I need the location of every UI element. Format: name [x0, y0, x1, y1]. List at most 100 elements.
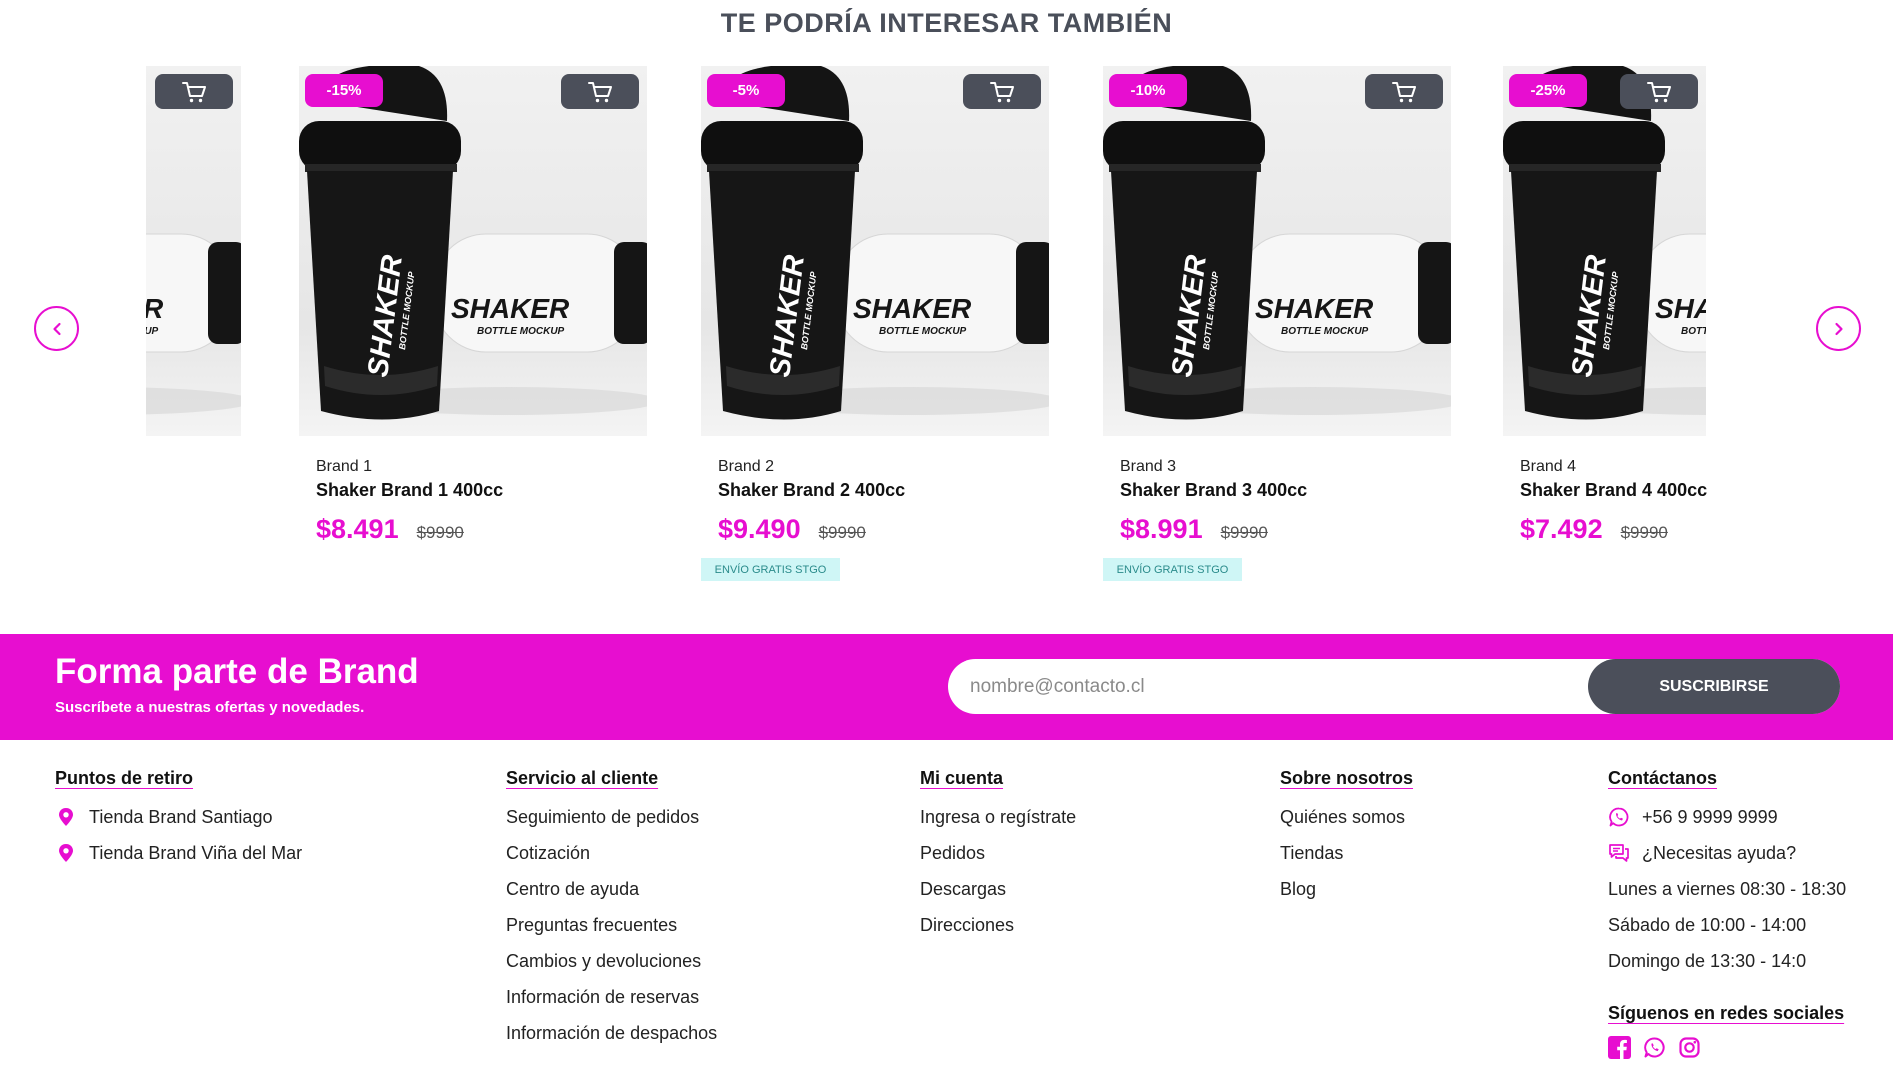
product-name[interactable]: Shaker Brand 1 400cc — [316, 480, 503, 501]
pickup-item-vina-del-mar[interactable]: Tienda Brand Viña del Mar — [55, 835, 302, 871]
footer-contact-column: Contáctanos +56 9 9999 9999 ¿Necesitas a… — [1608, 768, 1846, 1059]
shaker-bottle-image: SHAKER BOTTLE MOCKUP SHAKER BOTTLE MOCKU… — [299, 66, 647, 420]
subscribe-button[interactable]: SUSCRIBIRSE — [1588, 659, 1840, 714]
footer-link-help-center[interactable]: Centro de ayuda — [506, 871, 717, 907]
footer-link-login[interactable]: Ingresa o regístrate — [920, 799, 1076, 835]
shaker-bottle-image: SHAKER BOTTLE MOCKUP SHAKER BOTTLE MOCKU… — [1103, 66, 1451, 420]
discount-badge: -15% — [305, 74, 383, 107]
social-title: Síguenos en redes sociales — [1608, 1003, 1845, 1023]
product-carousel: SHAKER BOTTLE MOCKUP SHAKER BOTTLE MOCKU… — [146, 66, 1749, 596]
product-image[interactable]: SHAKER BOTTLE MOCKUP SHAKER BOTTLE MOCKU… — [1103, 66, 1451, 436]
newsletter-subtitle: Suscríbete a nuestras ofertas y novedade… — [55, 699, 365, 716]
svg-text:SHAKER: SHAKER — [451, 293, 570, 324]
product-card[interactable]: SHAKER BOTTLE MOCKUP SHAKER BOTTLE MOCKU… — [701, 66, 1049, 581]
product-old-price: $9990 — [1620, 523, 1668, 542]
footer-link-order-tracking[interactable]: Seguimiento de pedidos — [506, 799, 717, 835]
svg-text:SHAKER: SHAKER — [1655, 293, 1706, 324]
product-name[interactable]: Shaker Brand 2 400cc — [718, 480, 905, 501]
footer-link-shipping[interactable]: Información de despachos — [506, 1015, 717, 1051]
add-to-cart-button[interactable] — [963, 74, 1041, 109]
footer-link-returns[interactable]: Cambios y devoluciones — [506, 943, 717, 979]
product-card[interactable]: SHAKER BOTTLE MOCKUP SHAKER BOTTLE MOCKU… — [299, 66, 647, 544]
free-shipping-tag: ENVÍO GRATIS STGO — [701, 558, 840, 581]
section-title: TE PODRÍA INTERESAR TAMBIÉN — [720, 8, 1173, 38]
svg-text:BOTTLE MOCKUP: BOTTLE MOCKUP — [146, 326, 159, 337]
contact-phone-label: +56 9 9999 9999 — [1642, 806, 1778, 827]
add-to-cart-button[interactable] — [1620, 74, 1698, 109]
product-old-price: $9990 — [1220, 523, 1268, 542]
shaker-bottle-image: SHAKER BOTTLE MOCKUP SHAKER BOTTLE MOCKU… — [701, 66, 1049, 420]
footer-link-about-us[interactable]: Quiénes somos — [1280, 799, 1413, 835]
product-old-price: $9990 — [416, 523, 464, 542]
product-price: $7.492 — [1520, 514, 1603, 544]
map-pin-icon — [55, 842, 77, 864]
carousel-next-button[interactable] — [1816, 306, 1861, 351]
product-image[interactable]: SHAKER BOTTLE MOCKUP SHAKER BOTTLE MOCKU… — [1503, 66, 1706, 436]
pickup-item-santiago[interactable]: Tienda Brand Santiago — [55, 799, 302, 835]
footer-link-reservations[interactable]: Información de reservas — [506, 979, 717, 1015]
product-image[interactable]: SHAKER BOTTLE MOCKUP SHAKER BOTTLE MOCKU… — [299, 66, 647, 436]
chat-bubbles-icon — [1608, 842, 1630, 864]
chevron-right-icon — [1834, 322, 1843, 335]
newsletter-form: SUSCRIBIRSE — [948, 659, 1840, 714]
shopping-cart-icon — [1647, 81, 1671, 102]
product-price: $9.490 — [718, 514, 801, 544]
footer-contact-title: Contáctanos — [1608, 768, 1718, 788]
footer-pickup-title: Puntos de retiro — [55, 768, 194, 788]
product-card[interactable]: SHAKER BOTTLE MOCKUP SHAKER BOTTLE MOCKU… — [1103, 66, 1451, 581]
whatsapp-icon[interactable] — [1643, 1036, 1666, 1059]
product-card[interactable]: SHAKER BOTTLE MOCKUP SHAKER BOTTLE MOCKU… — [1503, 66, 1749, 544]
shaker-bottle-image: SHAKER BOTTLE MOCKUP SHAKER BOTTLE MOCKU… — [1503, 66, 1706, 420]
product-price: $8.991 — [1120, 514, 1203, 544]
product-card[interactable]: SHAKER BOTTLE MOCKUP SHAKER BOTTLE MOCKU… — [146, 66, 241, 436]
product-brand: Brand 3 — [1120, 458, 1177, 475]
shopping-cart-icon — [588, 81, 612, 102]
product-brand: Brand 4 — [1520, 458, 1577, 475]
shopping-cart-icon — [1392, 81, 1416, 102]
map-pin-icon — [55, 806, 77, 828]
discount-badge: -25% — [1509, 74, 1587, 107]
add-to-cart-button[interactable] — [561, 74, 639, 109]
contact-help[interactable]: ¿Necesitas ayuda? — [1608, 835, 1846, 871]
footer-link-blog[interactable]: Blog — [1280, 871, 1413, 907]
shopping-cart-icon — [182, 81, 206, 102]
svg-text:BOTTLE MOCKUP: BOTTLE MOCKUP — [1681, 326, 1706, 337]
product-image[interactable]: SHAKER BOTTLE MOCKUP SHAKER BOTTLE MOCKU… — [146, 66, 241, 436]
add-to-cart-button[interactable] — [155, 74, 233, 109]
product-brand: Brand 2 — [718, 458, 775, 475]
product-price: $8.491 — [316, 514, 399, 544]
product-image[interactable]: SHAKER BOTTLE MOCKUP SHAKER BOTTLE MOCKU… — [701, 66, 1049, 436]
instagram-icon[interactable] — [1678, 1036, 1701, 1059]
contact-help-label: ¿Necesitas ayuda? — [1642, 842, 1797, 863]
product-brand: Brand 1 — [316, 458, 373, 475]
footer-link-faq[interactable]: Preguntas frecuentes — [506, 907, 717, 943]
discount-badge: -5% — [707, 74, 785, 107]
discount-badge: -10% — [1109, 74, 1187, 107]
pickup-item-label: Tienda Brand Santiago — [89, 806, 273, 827]
hours-weekdays: Lunes a viernes 08:30 - 18:30 — [1608, 878, 1847, 899]
price-row: $9.490 $9990 — [718, 514, 866, 545]
footer-service-column: Servicio al cliente Seguimiento de pedid… — [506, 768, 717, 1051]
newsletter-title: Forma parte de Brand — [55, 652, 419, 691]
newsletter-banner: Forma parte de Brand Suscríbete a nuestr… — [0, 634, 1893, 740]
svg-text:BOTTLE MOCKUP: BOTTLE MOCKUP — [879, 326, 967, 337]
facebook-icon[interactable] — [1608, 1036, 1631, 1059]
svg-text:BOTTLE MOCKUP: BOTTLE MOCKUP — [477, 326, 565, 337]
footer-link-quote[interactable]: Cotización — [506, 835, 717, 871]
price-row: $7.492 $9990 — [1520, 514, 1668, 545]
footer-link-addresses[interactable]: Direcciones — [920, 907, 1076, 943]
contact-phone[interactable]: +56 9 9999 9999 — [1608, 799, 1846, 835]
whatsapp-icon — [1608, 806, 1630, 828]
add-to-cart-button[interactable] — [1365, 74, 1443, 109]
footer-link-orders[interactable]: Pedidos — [920, 835, 1076, 871]
footer-service-title: Servicio al cliente — [506, 768, 659, 788]
carousel-prev-button[interactable] — [34, 306, 79, 351]
shaker-bottle-image: SHAKER BOTTLE MOCKUP SHAKER BOTTLE MOCKU… — [146, 233, 241, 415]
product-old-price: $9990 — [818, 523, 866, 542]
footer-account-title: Mi cuenta — [920, 768, 1004, 788]
footer-about-column: Sobre nosotros Quiénes somos Tiendas Blo… — [1280, 768, 1413, 907]
footer-link-stores[interactable]: Tiendas — [1280, 835, 1413, 871]
product-name[interactable]: Shaker Brand 3 400cc — [1120, 480, 1307, 501]
product-name[interactable]: Shaker Brand 4 400cc — [1520, 480, 1707, 501]
footer-link-downloads[interactable]: Descargas — [920, 871, 1076, 907]
